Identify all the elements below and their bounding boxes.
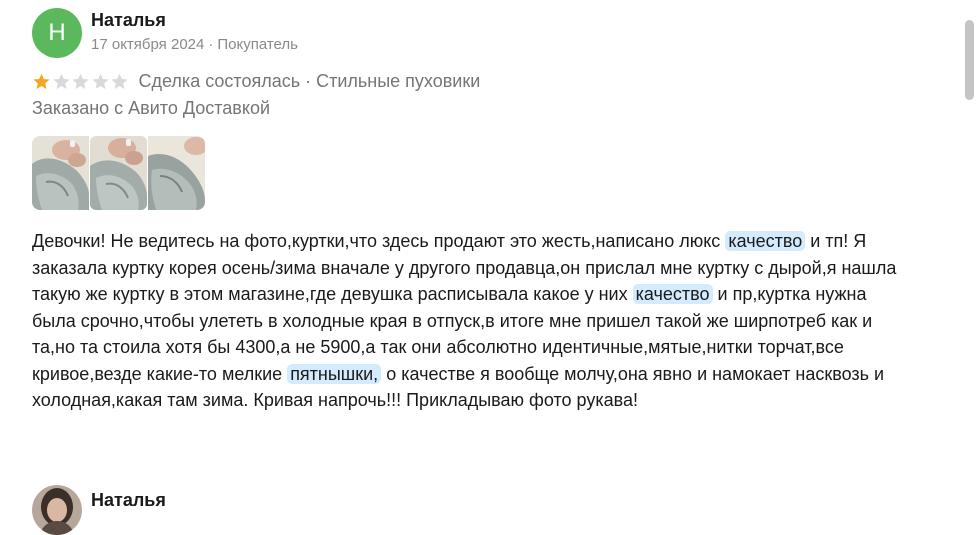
- star-empty-icon: [72, 73, 89, 89]
- rating-row: Сделка состоялась · Стильные пуховики: [32, 68, 480, 94]
- scrollbar-thumb[interactable]: [965, 20, 974, 100]
- sleeve-photo-1[interactable]: [32, 136, 89, 210]
- highlighted-keyword[interactable]: качество: [725, 231, 806, 251]
- avatar-letter: Н: [48, 19, 66, 46]
- meta-separator: ·: [208, 36, 214, 53]
- review-meta: 17 октября 2024 · Покупатель: [91, 36, 298, 53]
- delivery-note: Заказано с Авито Доставкой: [32, 98, 271, 118]
- star-empty-icon: [111, 73, 128, 89]
- star-filled-icon: [33, 73, 50, 89]
- deal-separator: ·: [305, 70, 312, 91]
- star-empty-icon: [91, 73, 109, 89]
- review-photos: [32, 136, 205, 210]
- deal-info: Сделка состоялась · Стильные пуховики: [139, 71, 481, 92]
- reviewer-name[interactable]: Наталья: [91, 10, 166, 31]
- rating-stars: [32, 72, 130, 91]
- reviewer-role: Покупатель: [217, 36, 298, 53]
- product-name: Стильные пуховики: [316, 70, 481, 91]
- review-date: 17 октября 2024: [91, 36, 205, 53]
- avatar[interactable]: [32, 485, 82, 535]
- deal-status: Сделка состоялась: [138, 70, 301, 91]
- sleeve-photo-3[interactable]: [148, 136, 205, 210]
- sleeve-photo-2[interactable]: [90, 136, 147, 210]
- review-text: Девочки! Не ведитесь на фото,куртки,что …: [32, 228, 912, 414]
- reviewer-name[interactable]: Наталья: [91, 490, 166, 511]
- review-text-part-1: Девочки! Не ведитесь на фото,куртки,что …: [32, 231, 721, 251]
- highlighted-keyword[interactable]: качество: [632, 284, 713, 304]
- avatar[interactable]: Н: [32, 8, 82, 58]
- star-empty-icon: [52, 73, 70, 89]
- scrollbar[interactable]: [962, 0, 976, 518]
- highlighted-keyword[interactable]: пятнышки,: [287, 363, 382, 384]
